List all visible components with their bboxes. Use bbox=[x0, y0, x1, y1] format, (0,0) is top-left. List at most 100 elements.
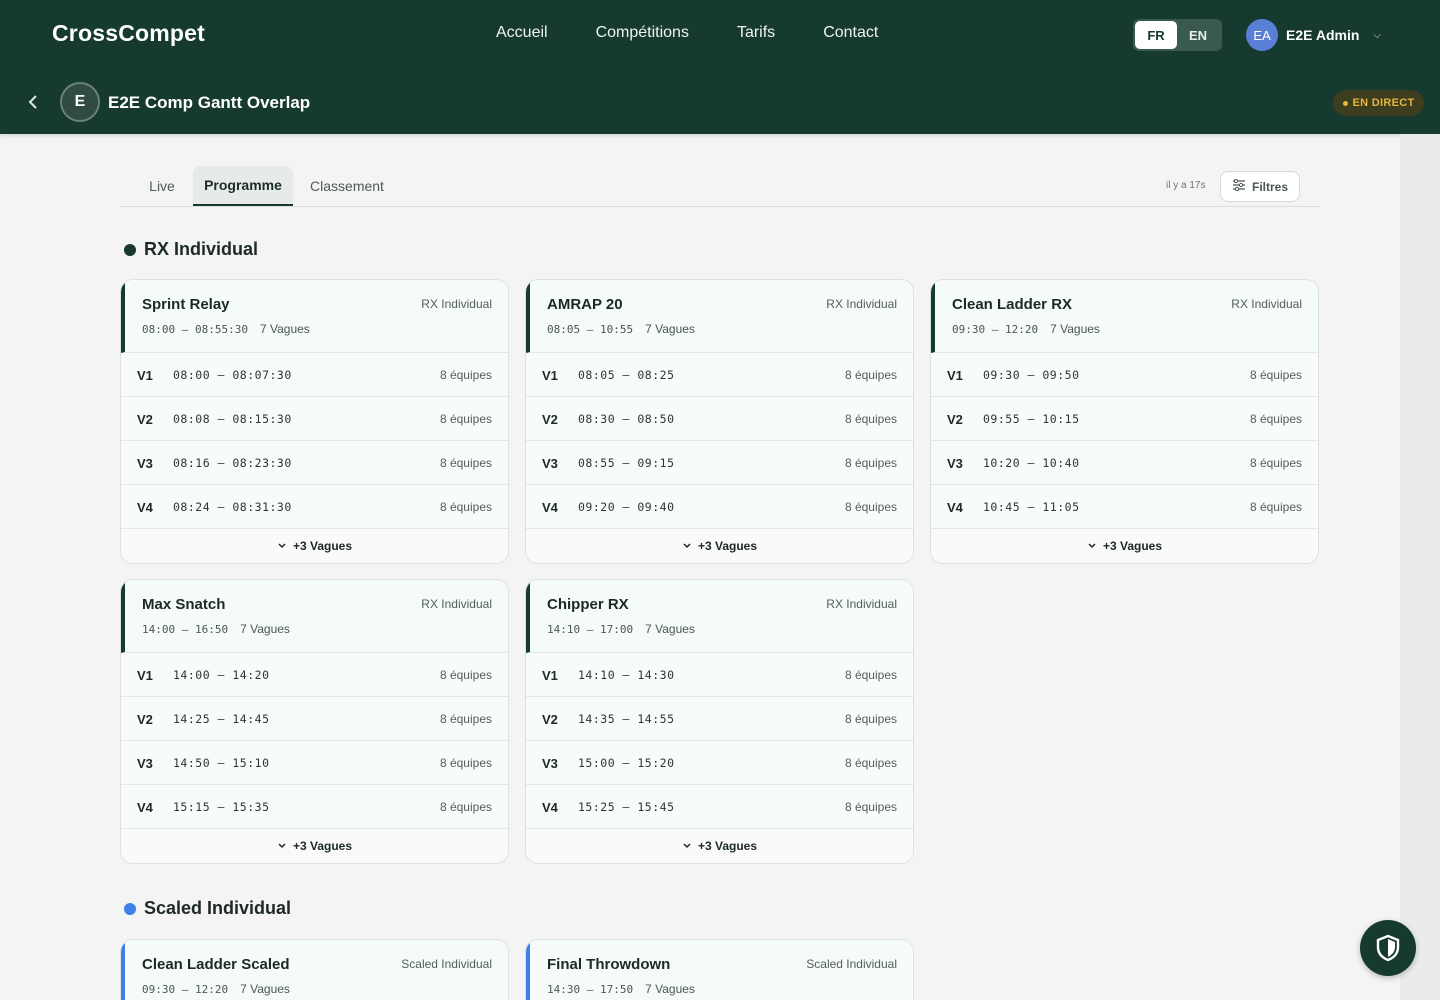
wave-row[interactable]: V4 15:25 — 15:45 8 équipes bbox=[526, 785, 913, 829]
tab-classement[interactable]: Classement bbox=[301, 166, 393, 206]
lang-en-button[interactable]: EN bbox=[1177, 21, 1219, 49]
wave-label: V3 bbox=[542, 456, 558, 471]
event-wave-count: 7 Vagues bbox=[259, 322, 310, 336]
wave-row[interactable]: V2 08:30 — 08:50 8 équipes bbox=[526, 397, 913, 441]
wave-row[interactable]: V3 15:00 — 15:20 8 équipes bbox=[526, 741, 913, 785]
event-card[interactable]: AMRAP 20 RX Individual 08:05 — 10:55 7 Vagu… bbox=[525, 279, 914, 564]
tab-live[interactable]: Live bbox=[138, 166, 186, 206]
event-card-header: Chipper RX RX Individual 14:10 — 17:00 7 Va… bbox=[526, 580, 913, 653]
wave-time: 09:20 — 09:40 bbox=[578, 500, 675, 514]
wave-row[interactable]: V4 10:45 — 11:05 8 équipes bbox=[931, 485, 1318, 529]
competition-avatar: E bbox=[60, 82, 100, 122]
wave-row[interactable]: V3 14:50 — 15:10 8 équipes bbox=[121, 741, 508, 785]
wave-label: V4 bbox=[137, 800, 153, 815]
wave-time: 08:16 — 08:23:30 bbox=[173, 456, 292, 470]
event-time: 08:00 — 08:55:30 bbox=[142, 322, 248, 336]
show-more-waves-button[interactable]: +3 Vagues bbox=[526, 529, 913, 563]
wave-teams: 8 équipes bbox=[1249, 456, 1302, 470]
live-dot-icon bbox=[1342, 100, 1348, 106]
wave-row[interactable]: V1 09:30 — 09:50 8 équipes bbox=[931, 353, 1318, 397]
wave-time: 15:00 — 15:20 bbox=[578, 756, 675, 770]
wave-teams: 8 équipes bbox=[439, 668, 492, 682]
event-card[interactable]: Sprint Relay RX Individual 08:00 — 08:55:3… bbox=[120, 279, 509, 564]
chevron-down-icon bbox=[1087, 539, 1097, 553]
event-time-range: 09:30 — 12:20 7 Vagues bbox=[142, 982, 290, 996]
wave-teams: 8 équipes bbox=[439, 368, 492, 382]
wave-row[interactable]: V3 10:20 — 10:40 8 équipes bbox=[931, 441, 1318, 485]
show-more-label: +3 Vagues bbox=[697, 839, 758, 853]
show-more-label: +3 Vagues bbox=[697, 539, 758, 553]
event-name: Chipper RX bbox=[547, 596, 629, 613]
event-category: RX Individual bbox=[826, 597, 897, 611]
wave-row[interactable]: V3 08:55 — 09:15 8 équipes bbox=[526, 441, 913, 485]
scroll-gutter bbox=[1400, 134, 1440, 1000]
nav-competitions[interactable]: Compétitions bbox=[580, 24, 689, 42]
event-category: Scaled Individual bbox=[806, 957, 897, 971]
avatar: EA bbox=[1246, 19, 1278, 51]
wave-row[interactable]: V2 09:55 — 10:15 8 équipes bbox=[931, 397, 1318, 441]
wave-row[interactable]: V4 09:20 — 09:40 8 équipes bbox=[526, 485, 913, 529]
chevron-down-icon bbox=[682, 539, 692, 553]
show-more-waves-button[interactable]: +3 Vagues bbox=[526, 829, 913, 863]
wave-label: V2 bbox=[542, 712, 558, 727]
event-wave-count: 7 Vagues bbox=[645, 982, 695, 996]
event-category: RX Individual bbox=[421, 297, 492, 311]
wave-row[interactable]: V1 08:05 — 08:25 8 équipes bbox=[526, 353, 913, 397]
wave-row[interactable]: V2 08:08 — 08:15:30 8 équipes bbox=[121, 397, 508, 441]
nav-contact[interactable]: Contact bbox=[807, 24, 878, 42]
nav-accueil[interactable]: Accueil bbox=[480, 24, 548, 42]
section-label: RX Individual bbox=[144, 239, 259, 259]
wave-row[interactable]: V1 14:10 — 14:30 8 équipes bbox=[526, 653, 913, 697]
event-name: Sprint Relay bbox=[142, 296, 230, 313]
event-time: 09:30 — 12:20 bbox=[142, 982, 229, 996]
filters-button[interactable]: Filtres bbox=[1220, 171, 1300, 202]
wave-label: V1 bbox=[137, 668, 153, 683]
show-more-waves-button[interactable]: +3 Vagues bbox=[121, 529, 508, 563]
event-time-range: 08:05 — 10:55 7 Vagues bbox=[547, 322, 695, 336]
wave-time: 08:05 — 08:25 bbox=[578, 368, 675, 382]
wave-label: V4 bbox=[947, 500, 963, 515]
event-category: RX Individual bbox=[1231, 297, 1302, 311]
show-more-waves-button[interactable]: +3 Vagues bbox=[931, 529, 1318, 563]
event-card[interactable]: Max Snatch RX Individual 14:00 — 16:50 7 Va… bbox=[120, 579, 509, 864]
wave-row[interactable]: V4 15:15 — 15:35 8 équipes bbox=[121, 785, 508, 829]
user-name: E2E Admin bbox=[1286, 27, 1360, 43]
lang-fr-button[interactable]: FR bbox=[1135, 21, 1177, 49]
back-arrow-icon[interactable] bbox=[26, 90, 40, 119]
event-time: 14:00 — 16:50 bbox=[142, 622, 229, 636]
user-menu[interactable]: EA E2E Admin ⌵ bbox=[1246, 19, 1381, 51]
last-updated: il y a 17s bbox=[1166, 180, 1206, 191]
wave-time: 10:45 — 11:05 bbox=[983, 500, 1080, 514]
event-wave-count: 7 Vagues bbox=[240, 982, 290, 996]
show-more-label: +3 Vagues bbox=[1102, 539, 1163, 553]
wave-row[interactable]: V2 14:25 — 14:45 8 équipes bbox=[121, 697, 508, 741]
show-more-waves-button[interactable]: +3 Vagues bbox=[121, 829, 508, 863]
wave-label: V2 bbox=[542, 412, 558, 427]
show-more-label: +3 Vagues bbox=[292, 539, 353, 553]
event-card[interactable]: Final Throwdown Scaled Individual 14:30 — … bbox=[525, 939, 914, 1000]
live-status-label: EN DIRECT bbox=[1352, 97, 1415, 109]
wave-label: V4 bbox=[137, 500, 153, 515]
nav-tarifs[interactable]: Tarifs bbox=[721, 24, 775, 42]
tab-programme[interactable]: Programme bbox=[193, 166, 293, 206]
wave-time: 14:10 — 14:30 bbox=[578, 668, 675, 682]
logo[interactable]: CrossCompet bbox=[52, 20, 205, 47]
wave-row[interactable]: V2 14:35 — 14:55 8 équipes bbox=[526, 697, 913, 741]
wave-row[interactable]: V4 08:24 — 08:31:30 8 équipes bbox=[121, 485, 508, 529]
wave-label: V1 bbox=[542, 368, 558, 383]
shield-icon[interactable] bbox=[1360, 920, 1416, 976]
event-card[interactable]: Clean Ladder Scaled Scaled Individual 09:3… bbox=[120, 939, 509, 1000]
event-card[interactable]: Clean Ladder RX RX Individual 09:30 — 12:2… bbox=[930, 279, 1319, 564]
show-more-label: +3 Vagues bbox=[292, 839, 353, 853]
wave-label: V2 bbox=[137, 712, 153, 727]
wave-row[interactable]: V1 08:00 — 08:07:30 8 équipes bbox=[121, 353, 508, 397]
wave-row[interactable]: V3 08:16 — 08:23:30 8 équipes bbox=[121, 441, 508, 485]
event-time: 08:05 — 10:55 bbox=[547, 322, 634, 336]
event-card[interactable]: Chipper RX RX Individual 14:10 — 17:00 7 Va… bbox=[525, 579, 914, 864]
wave-row[interactable]: V1 14:00 — 14:20 8 équipes bbox=[121, 653, 508, 697]
event-category: Scaled Individual bbox=[401, 957, 492, 971]
event-wave-count: 7 Vagues bbox=[240, 622, 290, 636]
wave-teams: 8 équipes bbox=[439, 500, 492, 514]
event-category: RX Individual bbox=[826, 297, 897, 311]
event-time: 14:30 — 17:50 bbox=[547, 982, 634, 996]
